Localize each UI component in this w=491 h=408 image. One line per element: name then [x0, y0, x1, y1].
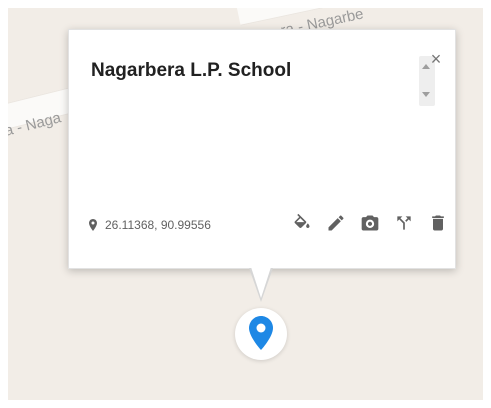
place-title: Nagarbera L.P. School [91, 60, 292, 81]
camera-icon [361, 215, 379, 231]
trash-icon [432, 215, 444, 231]
scroll-down-icon[interactable] [422, 92, 430, 97]
map-marker-icon[interactable] [249, 316, 273, 350]
popup-pointer-fill [251, 267, 271, 298]
coordinates-text: 26.11368, 90.99556 [105, 218, 211, 232]
delete-button[interactable] [427, 212, 449, 234]
popup-toolbar [291, 212, 449, 234]
edit-button[interactable] [325, 212, 347, 234]
add-photo-button[interactable] [359, 212, 381, 234]
directions-button[interactable] [393, 212, 415, 234]
paint-bucket-icon [294, 213, 310, 228]
style-button[interactable] [291, 212, 313, 234]
place-info-popup: Nagarbera L.P. School × 26.11368, 90.995… [68, 29, 456, 269]
location-pin-icon [89, 219, 97, 231]
map-canvas[interactable]: ra - Nagarbe a - Naga Nagarbera L.P. Sch… [8, 8, 483, 400]
close-button[interactable]: × [427, 50, 445, 68]
pencil-icon [328, 215, 344, 231]
coordinates-row: 26.11368, 90.99556 [89, 218, 211, 232]
route-fork-icon [397, 216, 411, 230]
